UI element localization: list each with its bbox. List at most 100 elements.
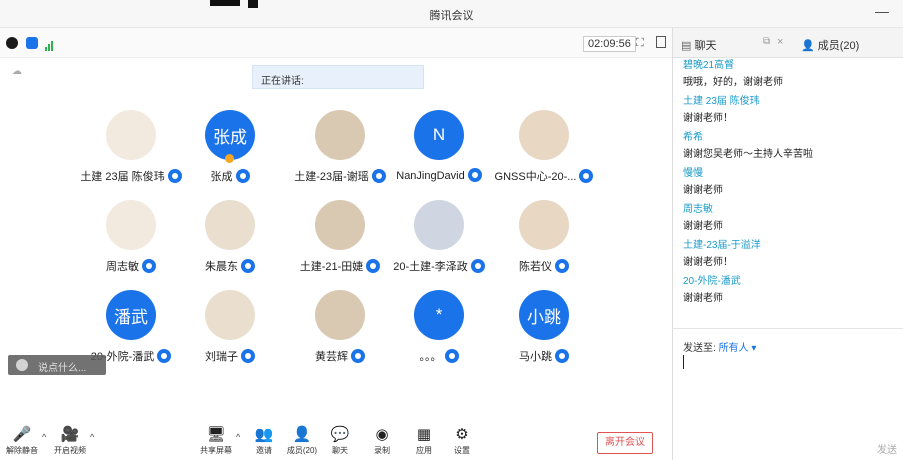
quick-chat-placeholder: 说点什么... <box>38 363 87 374</box>
chevron-up-icon[interactable]: ^ <box>236 432 240 442</box>
chat-message: 哦哦，好的，谢谢老师 <box>683 77 783 88</box>
tab-members[interactable]: 👤 成员(20) <box>801 37 859 53</box>
title-bar-mark <box>210 0 240 6</box>
tab-chat[interactable]: ▤ 聊天 <box>681 37 716 53</box>
avatar: N <box>414 110 464 160</box>
chat-sender: 20-外院-潘武 <box>683 276 741 287</box>
chat-sender: 土建-23届-于溢洋 <box>683 240 761 251</box>
side-panel-tabs: ▤ 聊天 ⧉ × 👤 成员(20) <box>672 28 903 58</box>
camera-icon: 🎥 <box>60 426 80 443</box>
participant-name: 朱晨东 <box>205 261 238 273</box>
send-button[interactable]: 发送 <box>877 441 897 456</box>
avatar <box>414 200 464 250</box>
participant-tile[interactable]: 陈若仪 <box>479 200 609 290</box>
avatar <box>519 110 569 160</box>
host-badge-icon <box>225 154 234 163</box>
chat-message: 谢谢老师 <box>683 185 723 196</box>
participant-name: 土建-21-田婕 <box>299 261 364 273</box>
avatar <box>205 200 255 250</box>
chat-sender: 碧晚21高督 <box>683 60 735 71</box>
settings-label: 设置 <box>454 446 470 455</box>
start-video-button[interactable]: 🎥 开启视频 <box>48 426 92 456</box>
chat-tab-icon: ▤ <box>681 40 695 52</box>
minimize-button[interactable]: — <box>875 3 889 19</box>
participant-name: 陈若仪 <box>519 261 552 273</box>
share-screen-label: 共享屏幕 <box>200 446 232 455</box>
chat-sender: 土建 23届 陈俊玮 <box>683 96 760 107</box>
participant-name: 20-土建-李泽政 <box>393 261 468 273</box>
recipient-select[interactable]: 所有人 ▾ <box>719 343 757 354</box>
chat-message: 谢谢老师 <box>683 221 723 232</box>
participant-name: 张成 <box>210 171 233 183</box>
signal-icon[interactable] <box>45 38 53 56</box>
cloud-icon[interactable]: ☁ <box>12 66 22 77</box>
participant-name: 。。。 <box>419 351 442 363</box>
microphone-status-icon <box>142 259 156 273</box>
microphone-status-icon <box>555 259 569 273</box>
participant-name: NanJingDavid <box>396 170 465 182</box>
tab-members-label: 成员(20) <box>817 40 860 52</box>
layout-icon[interactable] <box>656 36 666 48</box>
avatar: * <box>414 290 464 340</box>
chevron-up-icon[interactable]: ^ <box>90 432 94 442</box>
record-label: 录制 <box>374 446 390 455</box>
microphone-status-icon <box>579 169 594 183</box>
text-caret <box>683 355 684 369</box>
quick-chat-bar[interactable]: 说点什么... <box>8 355 106 375</box>
share-screen-button[interactable]: 🖥 共享屏幕 <box>194 426 238 456</box>
close-icon[interactable]: × <box>777 36 783 48</box>
apps-grid-icon: ▦ <box>416 426 432 443</box>
chevron-up-icon[interactable]: ^ <box>42 432 46 442</box>
speaking-indicator: 正在讲话: <box>252 65 424 89</box>
chat-sender: 希希 <box>683 132 703 143</box>
participant-name-row: 陈若仪 <box>479 258 609 274</box>
speaking-label: 正在讲话: <box>261 76 304 87</box>
smile-icon <box>16 359 28 371</box>
participant-name: 土建 23届 陈俊玮 <box>80 171 165 183</box>
avatar: 潘武 <box>106 290 156 340</box>
chat-input-area[interactable]: 发送至: 所有人 ▾ 发送 <box>672 328 903 460</box>
microphone-status-icon <box>241 259 255 273</box>
chat-label: 聊天 <box>332 446 348 455</box>
microphone-status-icon <box>235 169 250 183</box>
tab-chat-label: 聊天 <box>694 40 717 52</box>
chat-icon: 💬 <box>330 426 350 443</box>
microphone-status-icon <box>241 349 255 363</box>
avatar <box>106 200 156 250</box>
avatar <box>106 110 156 160</box>
gear-icon: ⚙ <box>455 426 469 443</box>
participant-name-row: GNSS中心-20-... <box>479 168 609 184</box>
avatar <box>519 200 569 250</box>
participant-name: 土建-23届-谢瑶 <box>294 171 369 183</box>
chat-messages: 碧晚21高督 哦哦，好的，谢谢老师 土建 23届 陈俊玮 谢谢老师！ 希希 谢谢您吴老师～… <box>672 58 903 328</box>
members-tab-icon: 👤 <box>801 40 818 52</box>
microphone-status-icon <box>351 349 365 363</box>
user-icon: 👤 <box>292 426 312 443</box>
microphone-icon: 🎤 <box>12 426 32 443</box>
leave-meeting-button[interactable]: 离开会议 <box>597 432 653 454</box>
avatar: 小跳 <box>519 290 569 340</box>
chat-sender: 慢慢 <box>683 168 703 179</box>
participant-name: 周志敏 <box>106 261 139 273</box>
fullscreen-icon[interactable]: ⛶ <box>636 37 644 50</box>
info-icon[interactable] <box>6 37 18 49</box>
participant-tile[interactable]: GNSS中心-20-... <box>479 110 609 200</box>
microphone-status-icon <box>555 349 569 363</box>
send-to-row: 发送至: 所有人 ▾ <box>683 339 756 354</box>
microphone-status-icon <box>444 349 459 363</box>
record-button[interactable]: ◉ 录制 <box>360 426 404 456</box>
participant-tile[interactable]: 小跳 马小跳 <box>479 290 609 380</box>
record-icon: ◉ <box>375 426 389 443</box>
avatar <box>315 110 365 160</box>
unmute-label: 解除静音 <box>6 446 38 455</box>
bottom-toolbar: 🎤 解除静音 ^ 🎥 开启视频 ^ 🖥 共享屏幕 ^ 👥 邀请 👤 成员(20)… <box>0 424 672 460</box>
chat-button[interactable]: 💬 聊天 <box>318 426 362 456</box>
participant-name-row: 马小跳 <box>479 348 609 364</box>
avatar <box>315 200 365 250</box>
shield-icon[interactable] <box>26 37 38 49</box>
popout-icon[interactable]: ⧉ <box>763 36 770 47</box>
meeting-status-bar: 02:09:56 ⛶ <box>0 28 672 58</box>
settings-button[interactable]: ⚙ 设置 <box>440 426 484 456</box>
unmute-button[interactable]: 🎤 解除静音 <box>0 426 44 456</box>
participant-name: GNSS中心-20-... <box>494 171 577 183</box>
